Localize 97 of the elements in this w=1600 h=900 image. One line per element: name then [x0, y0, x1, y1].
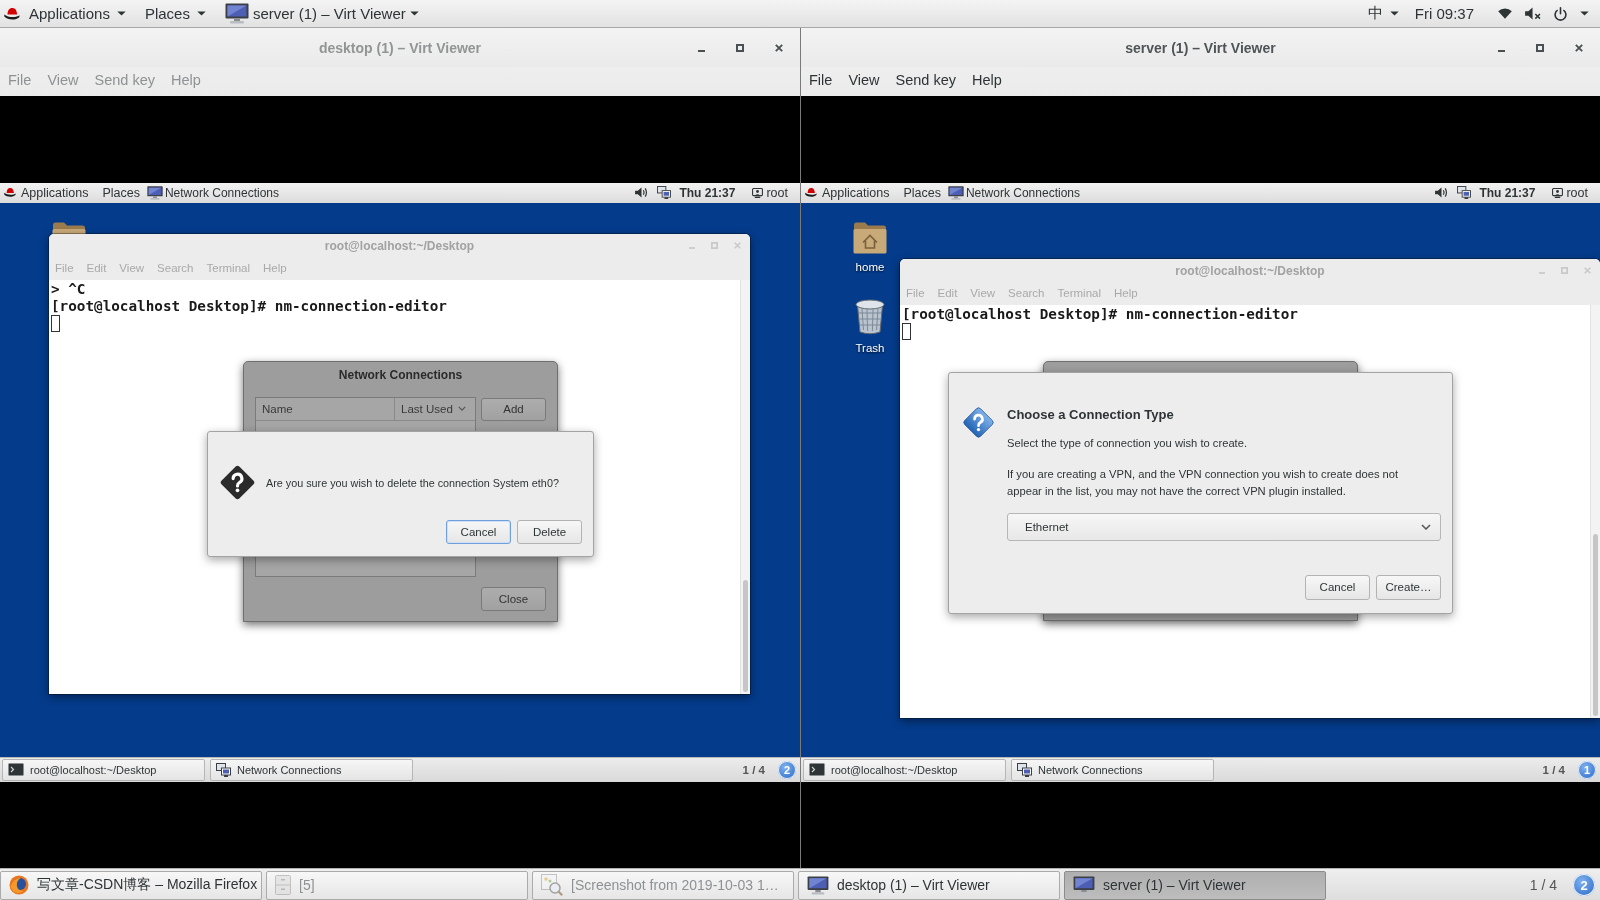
menu-item[interactable]: View	[848, 72, 880, 88]
volume-muted-icon	[1525, 7, 1541, 20]
maximize-icon[interactable]	[1536, 43, 1544, 52]
applications-menu[interactable]: Applications	[4, 182, 89, 203]
monitor-icon	[1073, 875, 1095, 895]
places-menu[interactable]: Places	[102, 182, 140, 203]
terminal-line: [root@localhost Desktop]# nm-connection-editor	[902, 305, 1298, 323]
hat-icon	[805, 187, 817, 198]
clock[interactable]: Thu 21:37	[1479, 185, 1536, 200]
user-icon	[1552, 187, 1564, 198]
applications-menu[interactable]: Applications	[805, 182, 890, 203]
dialog-button[interactable]: Delete	[517, 519, 582, 544]
cursor-icon	[51, 314, 60, 332]
network-icon	[657, 186, 672, 199]
taskbar-button[interactable]: server (1) – Virt Viewer	[1064, 870, 1326, 900]
power-icon	[1554, 6, 1567, 21]
cursor-icon	[902, 322, 911, 340]
workspace-indicator[interactable]: 1 / 4	[1542, 763, 1565, 776]
trash-icon[interactable]	[855, 298, 885, 335]
dialog-heading: Choose a Connection Type	[1007, 405, 1174, 424]
taskbar-button[interactable]: root@localhost:~/Desktop	[2, 758, 205, 781]
window-menu[interactable]: Network Connections	[947, 182, 1080, 203]
scrollbar-track[interactable]	[740, 279, 750, 694]
chevron-icon	[1421, 523, 1431, 530]
caret-icon	[1580, 11, 1589, 16]
folder-icon[interactable]	[853, 220, 887, 254]
applications-menu[interactable]: Applications	[4, 0, 126, 27]
dialog-note: If you are creating a VPN, and the VPN connection you wish to create does not appear in the list, you may not have the correct VPN plugin installed.	[1007, 466, 1400, 499]
minimize-icon[interactable]	[1498, 49, 1505, 52]
dialog-button[interactable]: Cancel	[446, 519, 511, 544]
menu-item[interactable]: Send key	[895, 72, 956, 88]
user-menu[interactable]: root	[1552, 182, 1588, 203]
desktop-icon-label[interactable]: home	[855, 259, 885, 274]
scrollbar-thumb[interactable]	[1593, 533, 1598, 716]
window-title: root@localhost:~/Desktop	[1175, 263, 1325, 278]
maximize-icon[interactable]	[736, 43, 744, 52]
window-menu[interactable]: Network Connections	[146, 182, 279, 203]
terminal-icon	[809, 763, 825, 776]
places-menu[interactable]: Places	[903, 182, 941, 203]
network-icon	[216, 762, 231, 777]
monitor-icon	[224, 3, 249, 24]
image-viewer-icon	[541, 874, 563, 896]
places-menu[interactable]: Places	[144, 0, 206, 27]
dialog-button[interactable]: Cancel	[1305, 574, 1370, 600]
network-icon	[1457, 186, 1472, 199]
close-icon[interactable]	[1575, 43, 1583, 52]
menu-item[interactable]: Help	[972, 72, 1002, 88]
monitor-icon	[807, 875, 829, 895]
wifi-icon	[1498, 8, 1512, 19]
hat-icon	[4, 187, 16, 198]
dialog-button[interactable]: Add	[481, 397, 546, 421]
scrollbar-track[interactable]	[1590, 304, 1600, 718]
network-icon	[1017, 762, 1032, 777]
clock[interactable]: Fri 09:37	[1414, 5, 1474, 22]
taskbar-button[interactable]: root@localhost:~/Desktop	[803, 758, 1006, 781]
column-header[interactable]: Name	[256, 397, 395, 420]
input-method-menu[interactable]: 中	[1367, 0, 1399, 27]
close-icon[interactable]	[775, 43, 783, 52]
window-menu[interactable]: server (1) – Virt Viewer	[224, 0, 419, 27]
globe-icon	[9, 875, 29, 895]
workspace-indicator[interactable]: 1 / 4	[742, 763, 765, 776]
taskbar-button[interactable]: desktop (1) – Virt Viewer	[798, 870, 1060, 900]
scrollbar-thumb[interactable]	[743, 579, 748, 692]
caret-icon	[116, 11, 126, 16]
speaker-icon[interactable]	[1435, 187, 1449, 198]
caret-icon	[409, 11, 419, 16]
terminal-line: [root@localhost Desktop]# nm-connection-editor	[51, 297, 447, 315]
terminal-line: > ^C	[51, 280, 86, 298]
caret-icon	[1389, 11, 1399, 16]
column-header[interactable]: Last Used	[395, 397, 472, 420]
user-menu[interactable]: root	[752, 182, 788, 203]
minimize-icon[interactable]	[698, 49, 705, 52]
dialog-button[interactable]: Create…	[1376, 574, 1441, 600]
terminal-icon	[8, 763, 24, 776]
user-icon	[752, 187, 764, 198]
clock[interactable]: Thu 21:37	[679, 185, 736, 200]
desktop-icon-label[interactable]: Trash	[855, 340, 885, 355]
dialog-text: Select the type of connection you wish to create.	[1007, 435, 1248, 451]
menu-item[interactable]: File	[809, 72, 833, 88]
dialog-title: Network Connections	[338, 366, 463, 384]
monitor-icon	[947, 185, 964, 200]
window-title: server (1) – Virt Viewer	[1125, 39, 1276, 56]
monitor-icon	[146, 185, 163, 200]
cabinet-icon	[275, 875, 291, 895]
dialog-button[interactable]: Close	[481, 586, 546, 611]
workspace-indicator[interactable]: 1 / 4	[1529, 877, 1557, 893]
chevron-icon	[457, 406, 466, 411]
taskbar-button[interactable]: Network Connections	[1011, 758, 1214, 781]
taskbar-button[interactable]: 写文章-CSDN博客 – Mozilla Firefox	[0, 870, 262, 900]
connection-type-dropdown[interactable]: Ethernet	[1007, 512, 1441, 541]
window-title: desktop (1) – Virt Viewer	[318, 39, 482, 56]
hat-icon	[4, 6, 20, 21]
speaker-icon[interactable]	[635, 187, 649, 198]
window-title: root@localhost:~/Desktop	[324, 238, 475, 253]
dialog-message: Are you sure you wish to delete the connection System eth0?	[266, 476, 559, 489]
taskbar-button[interactable]: Network Connections	[210, 758, 413, 781]
caret-icon	[196, 11, 206, 16]
